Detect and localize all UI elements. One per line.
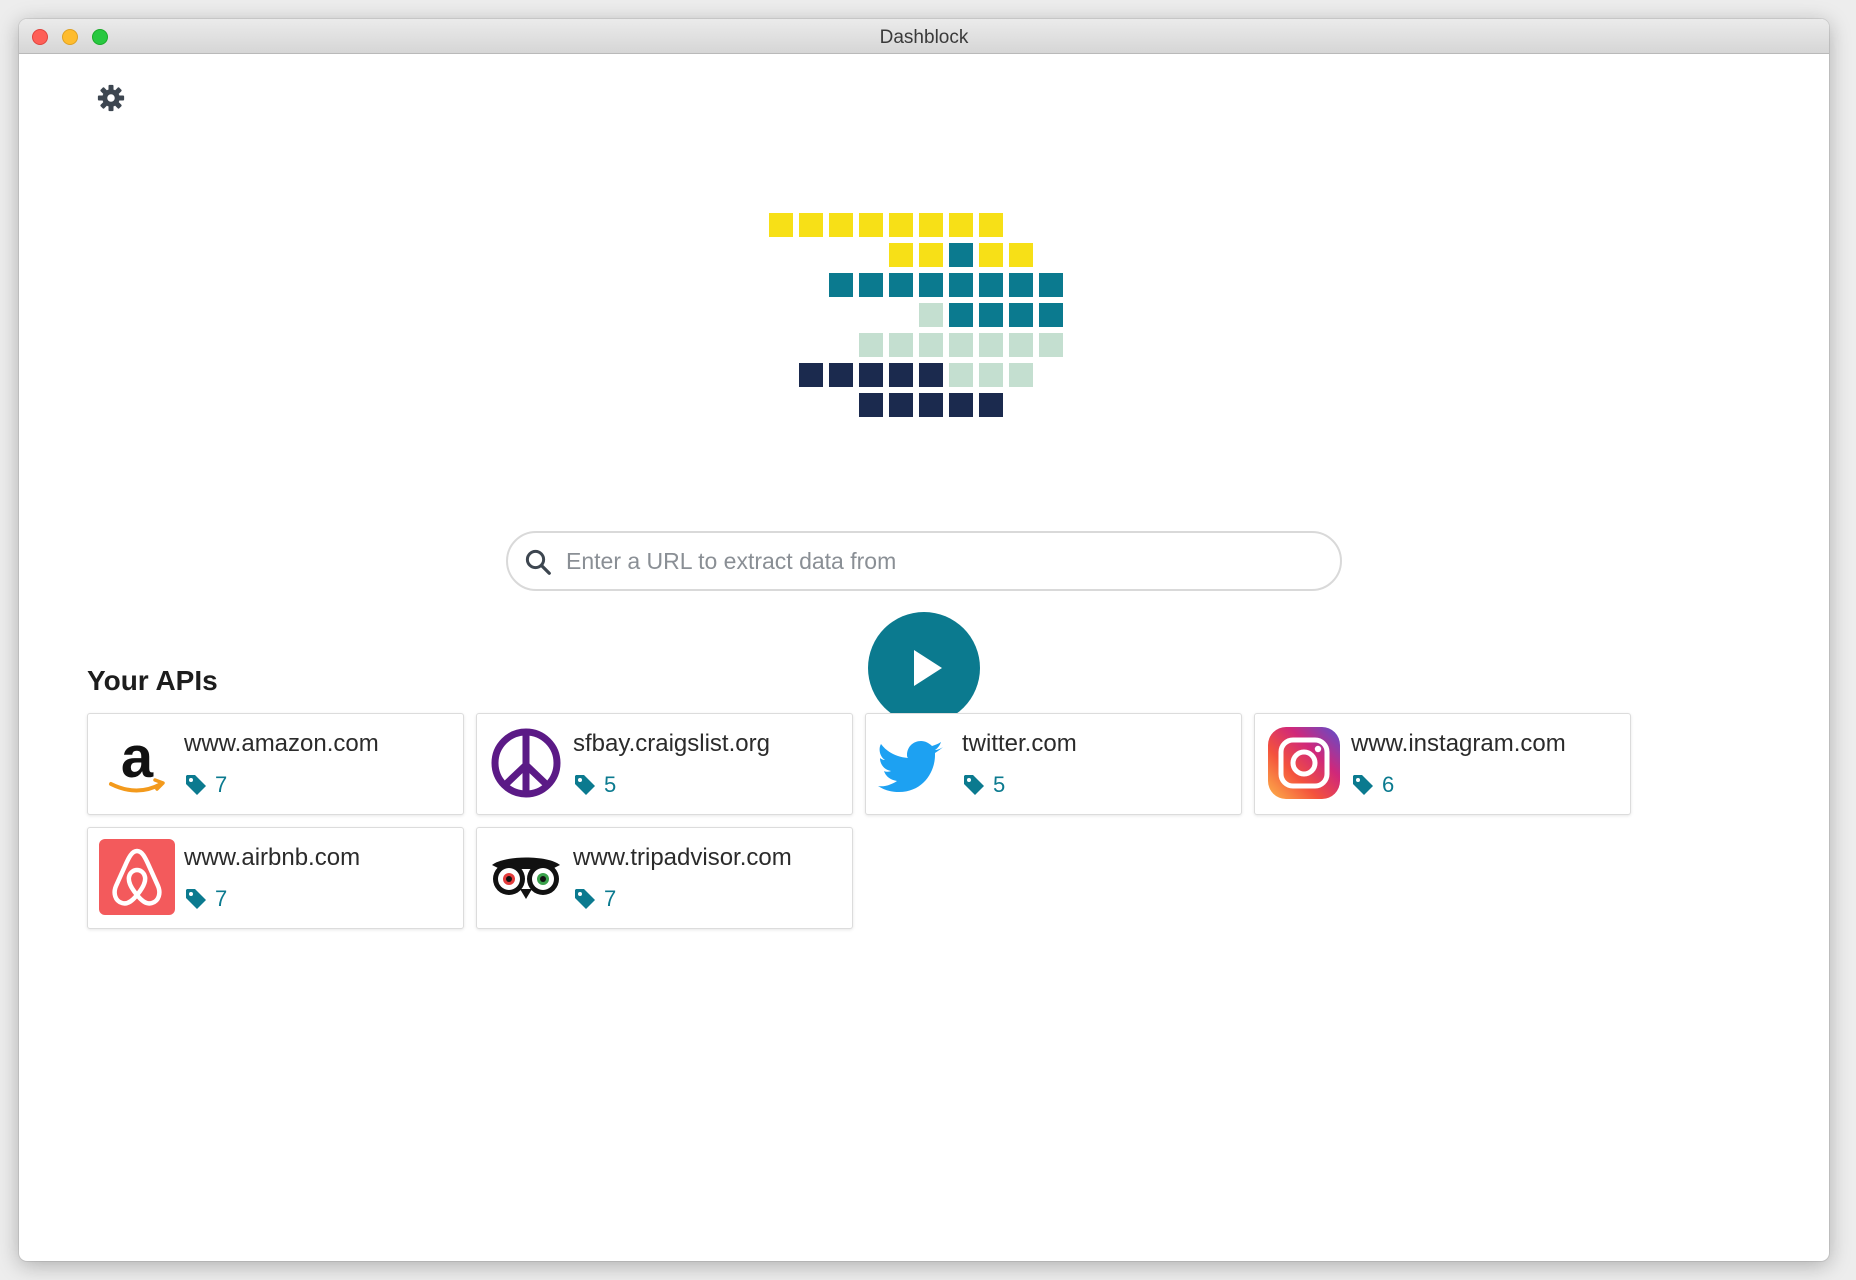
logo-block xyxy=(829,363,853,387)
logo-block xyxy=(919,243,943,267)
logo-block xyxy=(979,213,1003,237)
tag-icon xyxy=(184,887,208,911)
logo-block xyxy=(979,393,1003,417)
api-card-airbnb[interactable]: www.airbnb.com 7 xyxy=(87,827,464,929)
logo-block xyxy=(979,273,1003,297)
logo-block xyxy=(919,213,943,237)
logo-block xyxy=(919,393,943,417)
api-field-count: 7 xyxy=(604,886,617,911)
logo-block xyxy=(949,273,973,297)
tag-icon xyxy=(184,773,208,797)
logo-block xyxy=(949,303,973,327)
logo-block xyxy=(1009,333,1033,357)
title-bar[interactable]: Dashblock xyxy=(19,19,1829,54)
api-field-count: 5 xyxy=(993,772,1006,797)
api-card-craigslist[interactable]: sfbay.craigslist.org 5 xyxy=(476,713,853,815)
play-button[interactable] xyxy=(868,612,980,724)
api-name: sfbay.craigslist.org xyxy=(573,730,770,757)
logo-block xyxy=(859,363,883,387)
window-title: Dashblock xyxy=(879,27,969,48)
logo-block xyxy=(1039,273,1063,297)
tag-icon xyxy=(962,773,986,797)
logo-block xyxy=(859,273,883,297)
logo-block xyxy=(799,213,823,237)
logo-block xyxy=(949,333,973,357)
api-name: www.tripadvisor.com xyxy=(573,844,792,871)
search-icon xyxy=(523,547,553,577)
logo-block xyxy=(949,213,973,237)
api-name: twitter.com xyxy=(962,730,1077,757)
api-card-tripadvisor[interactable]: www.tripadvisor.com 7 xyxy=(476,827,853,929)
api-name: www.airbnb.com xyxy=(184,844,361,871)
logo-block xyxy=(889,393,913,417)
logo-block xyxy=(919,333,943,357)
dashblock-logo-icon xyxy=(769,213,1063,417)
logo-block xyxy=(979,333,1003,357)
tag-icon xyxy=(1351,773,1375,797)
logo-block xyxy=(979,243,1003,267)
logo-block xyxy=(859,393,883,417)
url-input[interactable] xyxy=(566,539,1326,583)
logo-block xyxy=(949,393,973,417)
section-title: Your APIs xyxy=(87,665,218,696)
api-field-count: 7 xyxy=(215,886,228,911)
api-field-count: 6 xyxy=(1382,772,1395,797)
logo-block xyxy=(949,243,973,267)
logo-block xyxy=(919,273,943,297)
api-name: www.amazon.com xyxy=(184,730,379,757)
logo-block xyxy=(919,303,943,327)
logo-block xyxy=(979,303,1003,327)
logo-block xyxy=(1009,273,1033,297)
instagram-logo-icon xyxy=(1266,725,1342,801)
logo-block xyxy=(859,333,883,357)
logo-block xyxy=(889,273,913,297)
play-icon xyxy=(914,650,942,686)
logo-block xyxy=(889,363,913,387)
logo-block xyxy=(919,363,943,387)
logo-block xyxy=(829,213,853,237)
logo-block xyxy=(829,273,853,297)
tag-icon xyxy=(573,773,597,797)
logo-block xyxy=(1009,243,1033,267)
logo-block xyxy=(1009,363,1033,387)
api-card-instagram[interactable]: www.instagram.com 6 xyxy=(1254,713,1631,815)
peace-sign-icon xyxy=(488,725,564,801)
tripadvisor-owl-icon xyxy=(488,839,564,915)
api-name: www.instagram.com xyxy=(1351,730,1566,757)
logo-block xyxy=(1039,333,1063,357)
api-field-count: 5 xyxy=(604,772,617,797)
app-window: Dashblock Enter a URL to extract data fr… xyxy=(19,19,1829,1261)
logo-block xyxy=(889,243,913,267)
logo-block xyxy=(889,333,913,357)
api-field-count: 7 xyxy=(215,772,228,797)
tag-icon xyxy=(573,887,597,911)
gear-icon[interactable] xyxy=(96,83,126,113)
logo-block xyxy=(859,213,883,237)
airbnb-logo-icon xyxy=(99,839,175,915)
logo-block xyxy=(889,213,913,237)
logo-block xyxy=(769,213,793,237)
logo-block xyxy=(949,363,973,387)
twitter-bird-icon xyxy=(877,725,953,801)
api-card-twitter[interactable]: twitter.com 5 xyxy=(865,713,1242,815)
logo-block xyxy=(1009,303,1033,327)
svg-text:a: a xyxy=(121,725,154,790)
api-card-amazon[interactable]: a www.amazon.com 7 xyxy=(87,713,464,815)
logo-block xyxy=(799,363,823,387)
amazon-logo-icon: a xyxy=(99,725,175,801)
url-search-bar[interactable] xyxy=(506,531,1342,591)
logo-block xyxy=(1039,303,1063,327)
logo-block xyxy=(979,363,1003,387)
